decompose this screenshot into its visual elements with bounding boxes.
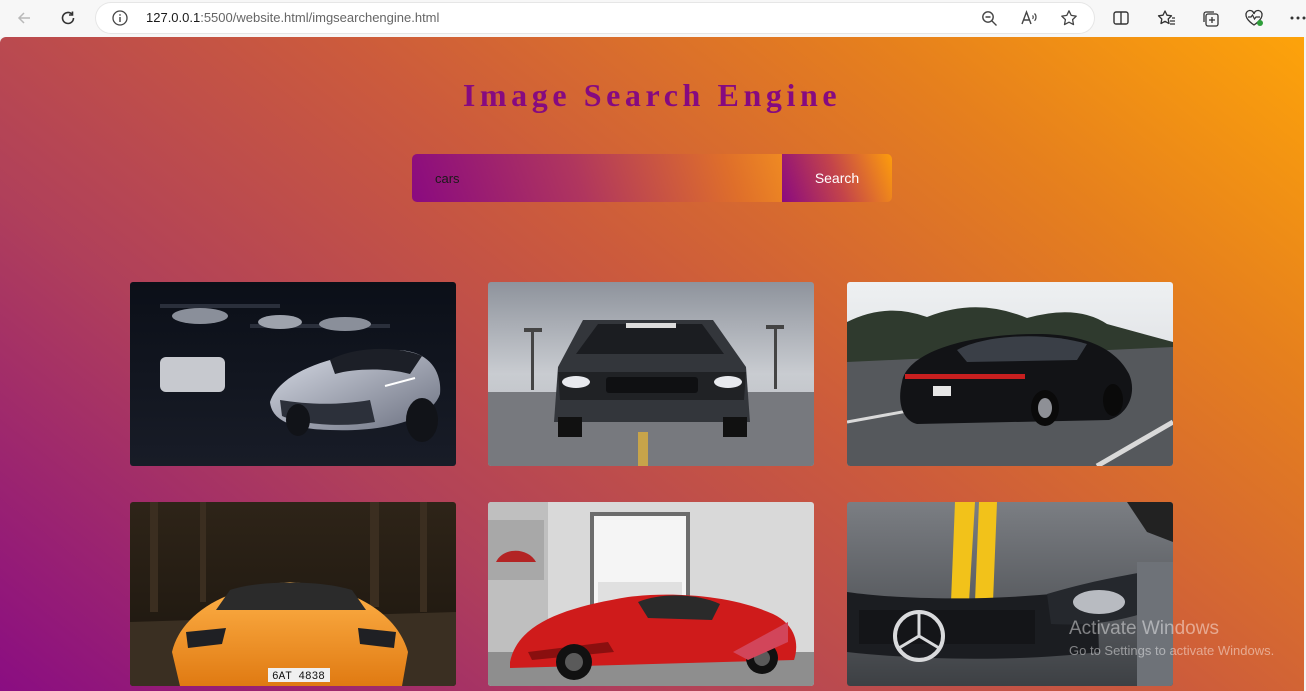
- search-input[interactable]: [412, 154, 782, 202]
- refresh-button[interactable]: [54, 4, 82, 32]
- car-photo: [847, 502, 1173, 686]
- info-icon[interactable]: [112, 10, 128, 26]
- zoom-out-icon: [981, 10, 997, 26]
- car-photo: [130, 282, 456, 466]
- search-button[interactable]: Search: [782, 154, 892, 202]
- back-button[interactable]: [10, 4, 38, 32]
- result-image[interactable]: [488, 502, 814, 686]
- back-arrow-icon: [17, 12, 30, 24]
- read-aloud-button[interactable]: [1020, 9, 1038, 27]
- favorite-button[interactable]: [1060, 9, 1078, 27]
- car-photo: [488, 502, 814, 686]
- refresh-icon: [61, 11, 75, 25]
- result-image[interactable]: [130, 282, 456, 466]
- car-photo: [488, 282, 814, 466]
- car-photo: [847, 282, 1173, 466]
- svg-text:6AT 4838: 6AT 4838: [272, 671, 325, 683]
- favorites-icon: [1157, 9, 1175, 25]
- browser-toolbar: 127.0.0.1:5500/website.html/imgsearcheng…: [0, 0, 1306, 37]
- split-screen-icon: [1113, 11, 1129, 25]
- result-image[interactable]: 6AT 4838: [130, 502, 456, 686]
- car-photo: 6AT 4838: [130, 502, 456, 686]
- result-image[interactable]: [847, 502, 1173, 686]
- address-bar[interactable]: 127.0.0.1:5500/website.html/imgsearcheng…: [96, 3, 1094, 33]
- browser-essentials-button[interactable]: [1244, 8, 1264, 28]
- settings-menu-button[interactable]: [1288, 8, 1306, 28]
- collections-icon: [1202, 10, 1219, 27]
- url-text[interactable]: 127.0.0.1:5500/website.html/imgsearcheng…: [146, 10, 439, 25]
- heart-pulse-icon: [1245, 9, 1263, 26]
- zoom-button[interactable]: [980, 9, 998, 27]
- page-viewport: Image Search Engine Search: [0, 37, 1304, 691]
- search-form: Search: [412, 154, 892, 202]
- url-host: 127.0.0.1: [146, 10, 201, 25]
- page-title: Image Search Engine: [462, 77, 842, 113]
- read-aloud-icon: [1021, 10, 1037, 25]
- collections-button[interactable]: [1200, 8, 1220, 28]
- favorites-button[interactable]: [1156, 8, 1176, 28]
- star-icon: [1061, 10, 1077, 26]
- result-image[interactable]: [488, 282, 814, 466]
- result-image[interactable]: [847, 282, 1173, 466]
- url-path: :5500/website.html/imgsearchengine.html: [200, 10, 440, 25]
- more-icon: [1290, 16, 1306, 20]
- split-screen-button[interactable]: [1111, 8, 1131, 28]
